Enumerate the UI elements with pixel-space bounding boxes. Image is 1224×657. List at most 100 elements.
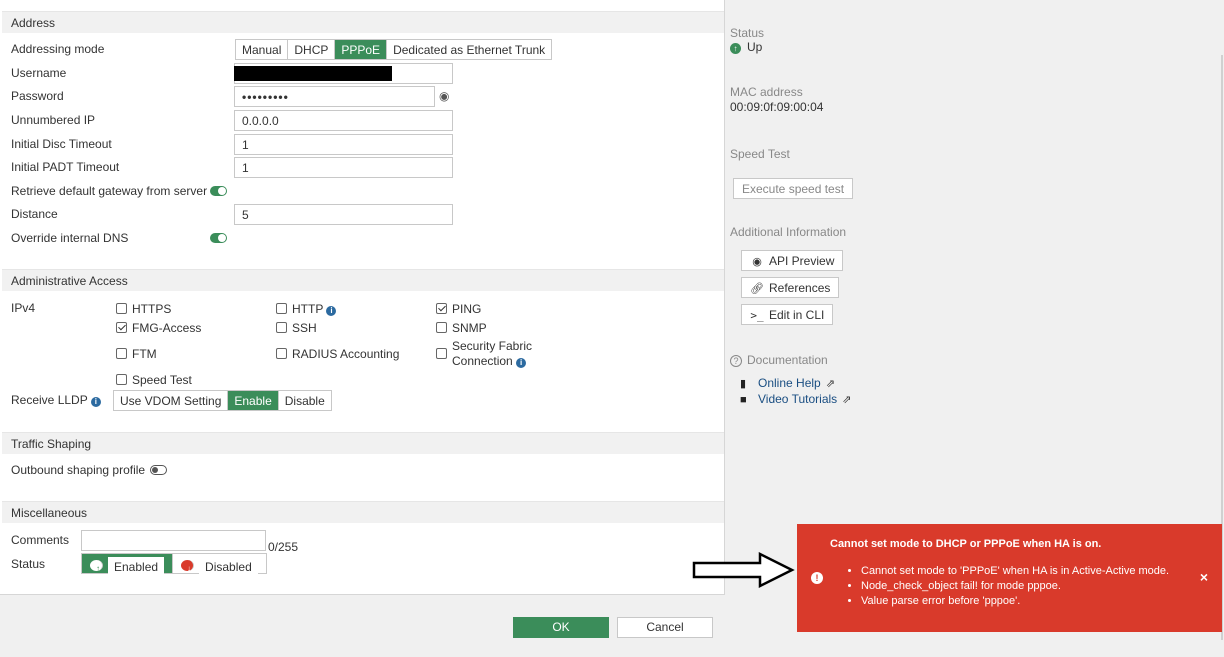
status-disabled-option[interactable]: ↓ Disabled [173,554,266,577]
documentation-row: ? Documentation [730,353,828,367]
status-enabled-label: Enabled [108,557,165,577]
close-icon[interactable]: × [1200,569,1208,585]
eye-icon: ◉ [752,256,762,268]
status-disabled-label: Disabled [199,557,258,577]
video-tutorials-link[interactable]: ■ Video Tutorials ⇗ [740,392,851,406]
lldp-enable-option[interactable]: Enable [228,391,279,410]
error-message: Node_check_object fail! for mode pppoe. [861,579,1169,594]
ipv4-label: IPv4 [11,301,36,315]
documentation-label: Documentation [747,353,828,367]
ssh-checkbox[interactable] [276,322,287,333]
initial-padt-timeout-input[interactable]: 1 [234,157,453,178]
info-icon[interactable]: i [326,306,337,316]
mode-pppoe-option[interactable]: PPPoE [335,40,388,59]
mode-dedicated-trunk-option[interactable]: Dedicated as Ethernet Trunk [387,40,552,59]
execute-speed-test-button[interactable]: Execute speed test [733,178,854,199]
redaction-bar [234,66,392,81]
arrow-up-circle-icon: ↑ [90,560,103,573]
http-checkbox[interactable] [276,303,287,314]
distance-input[interactable]: 5 [234,204,453,225]
lldp-vdom-option[interactable]: Use VDOM Setting [114,391,229,410]
fmg-access-label: FMG-Access [132,321,202,335]
speed-test-checkbox[interactable] [116,374,127,385]
interface-form: Address Addressing mode Manual DHCP PPPo… [0,0,725,595]
comments-char-count: 0/255 [268,540,299,554]
snmp-checkbox[interactable] [436,322,447,333]
annotation-arrow-icon [692,552,795,588]
comments-label: Comments [11,533,70,547]
ping-checkbox[interactable] [436,303,447,314]
arrow-down-circle-icon: ↓ [181,560,195,573]
cancel-button[interactable]: Cancel [617,617,713,638]
ftm-checkbox[interactable] [116,348,127,359]
addressing-mode-label: Addressing mode [11,42,105,56]
snmp-label: SNMP [452,321,487,335]
link-icon: 🔗︎ [750,283,764,295]
http-option: HTTP i [292,302,337,316]
initial-disc-timeout-input[interactable]: 1 [234,134,453,155]
additional-info-header: Additional Information [730,225,847,239]
info-icon[interactable]: i [90,397,101,407]
references-button[interactable]: 🔗︎ References [741,277,840,298]
radius-accounting-checkbox[interactable] [276,348,287,359]
ok-button[interactable]: OK [513,617,609,638]
outbound-shaping-label: Outbound shaping profile [11,463,146,477]
override-dns-label: Override internal DNS [11,231,129,245]
status-header: Status [730,26,765,40]
question-circle-icon: ? [730,355,742,367]
addressing-mode-selector: Manual DHCP PPPoE Dedicated as Ethernet … [235,39,553,60]
password-input[interactable]: ••••••••• [234,86,435,107]
fmg-access-checkbox[interactable] [116,322,127,333]
external-link-icon: ⇗ [842,394,852,406]
outbound-shaping-toggle[interactable] [150,465,167,475]
ssh-label: SSH [292,321,317,335]
address-section-header: Address [2,11,724,33]
comments-textarea[interactable] [81,530,266,551]
https-checkbox[interactable] [116,303,127,314]
misc-section-header: Miscellaneous [2,501,724,523]
online-help-link[interactable]: ▮ Online Help ⇗ [740,376,835,390]
distance-label: Distance [11,207,58,221]
mode-dhcp-option[interactable]: DHCP [288,40,336,59]
password-label: Password [11,89,64,103]
terminal-icon: >_ [750,309,764,322]
retrieve-gateway-label: Retrieve default gateway from server [11,184,208,198]
error-message: Cannot set mode to 'PPPoE' when HA is in… [861,564,1169,579]
edit-in-cli-label: Edit in CLI [769,308,825,322]
unnumbered-ip-label: Unnumbered IP [11,113,96,127]
video-camera-icon: ■ [740,394,747,406]
references-label: References [769,281,831,295]
api-preview-label: API Preview [769,254,835,268]
lldp-disable-option[interactable]: Disable [278,391,331,410]
error-toast-title: Cannot set mode to DHCP or PPPoE when HA… [830,538,1102,550]
security-fabric-label-line2: Connection [452,354,513,368]
status-value: Up [747,40,763,54]
external-link-icon: ⇗ [825,378,835,390]
error-message-list: Cannot set mode to 'PPPoE' when HA is in… [847,564,1169,609]
speed-test-label: Speed Test [132,373,192,387]
info-icon[interactable]: i [516,358,527,368]
mode-manual-option[interactable]: Manual [236,40,289,59]
security-fabric-option: Security Fabric Connection i [452,339,532,369]
ftm-label: FTM [132,347,157,361]
eye-icon[interactable]: ◉ [439,89,449,103]
http-label: HTTP [292,302,324,316]
mac-address-value: 00:09:0f:09:00:04 [730,100,824,114]
status-enabled-option[interactable]: ↑ Enabled [82,554,174,577]
override-dns-toggle[interactable] [210,233,227,243]
receive-lldp-option: Receive LLDP i [11,393,101,407]
exclamation-circle-icon: ! [811,572,823,584]
mac-address-label: MAC address [730,85,803,99]
edit-in-cli-button[interactable]: >_ Edit in CLI [741,304,834,325]
api-preview-button[interactable]: ◉ API Preview [741,250,844,271]
status-up-icon: ↑ [730,43,741,54]
status-value-row: ↑ Up [730,40,762,54]
book-icon: ▮ [740,378,747,390]
radius-accounting-label: RADIUS Accounting [292,347,400,361]
initial-disc-timeout-label: Initial Disc Timeout [11,137,112,151]
receive-lldp-selector: Use VDOM Setting Enable Disable [113,390,332,411]
unnumbered-ip-input[interactable]: 0.0.0.0 [234,110,453,131]
retrieve-gateway-toggle[interactable] [210,186,227,196]
security-fabric-checkbox[interactable] [436,348,447,359]
video-tutorials-label: Video Tutorials [758,392,838,406]
